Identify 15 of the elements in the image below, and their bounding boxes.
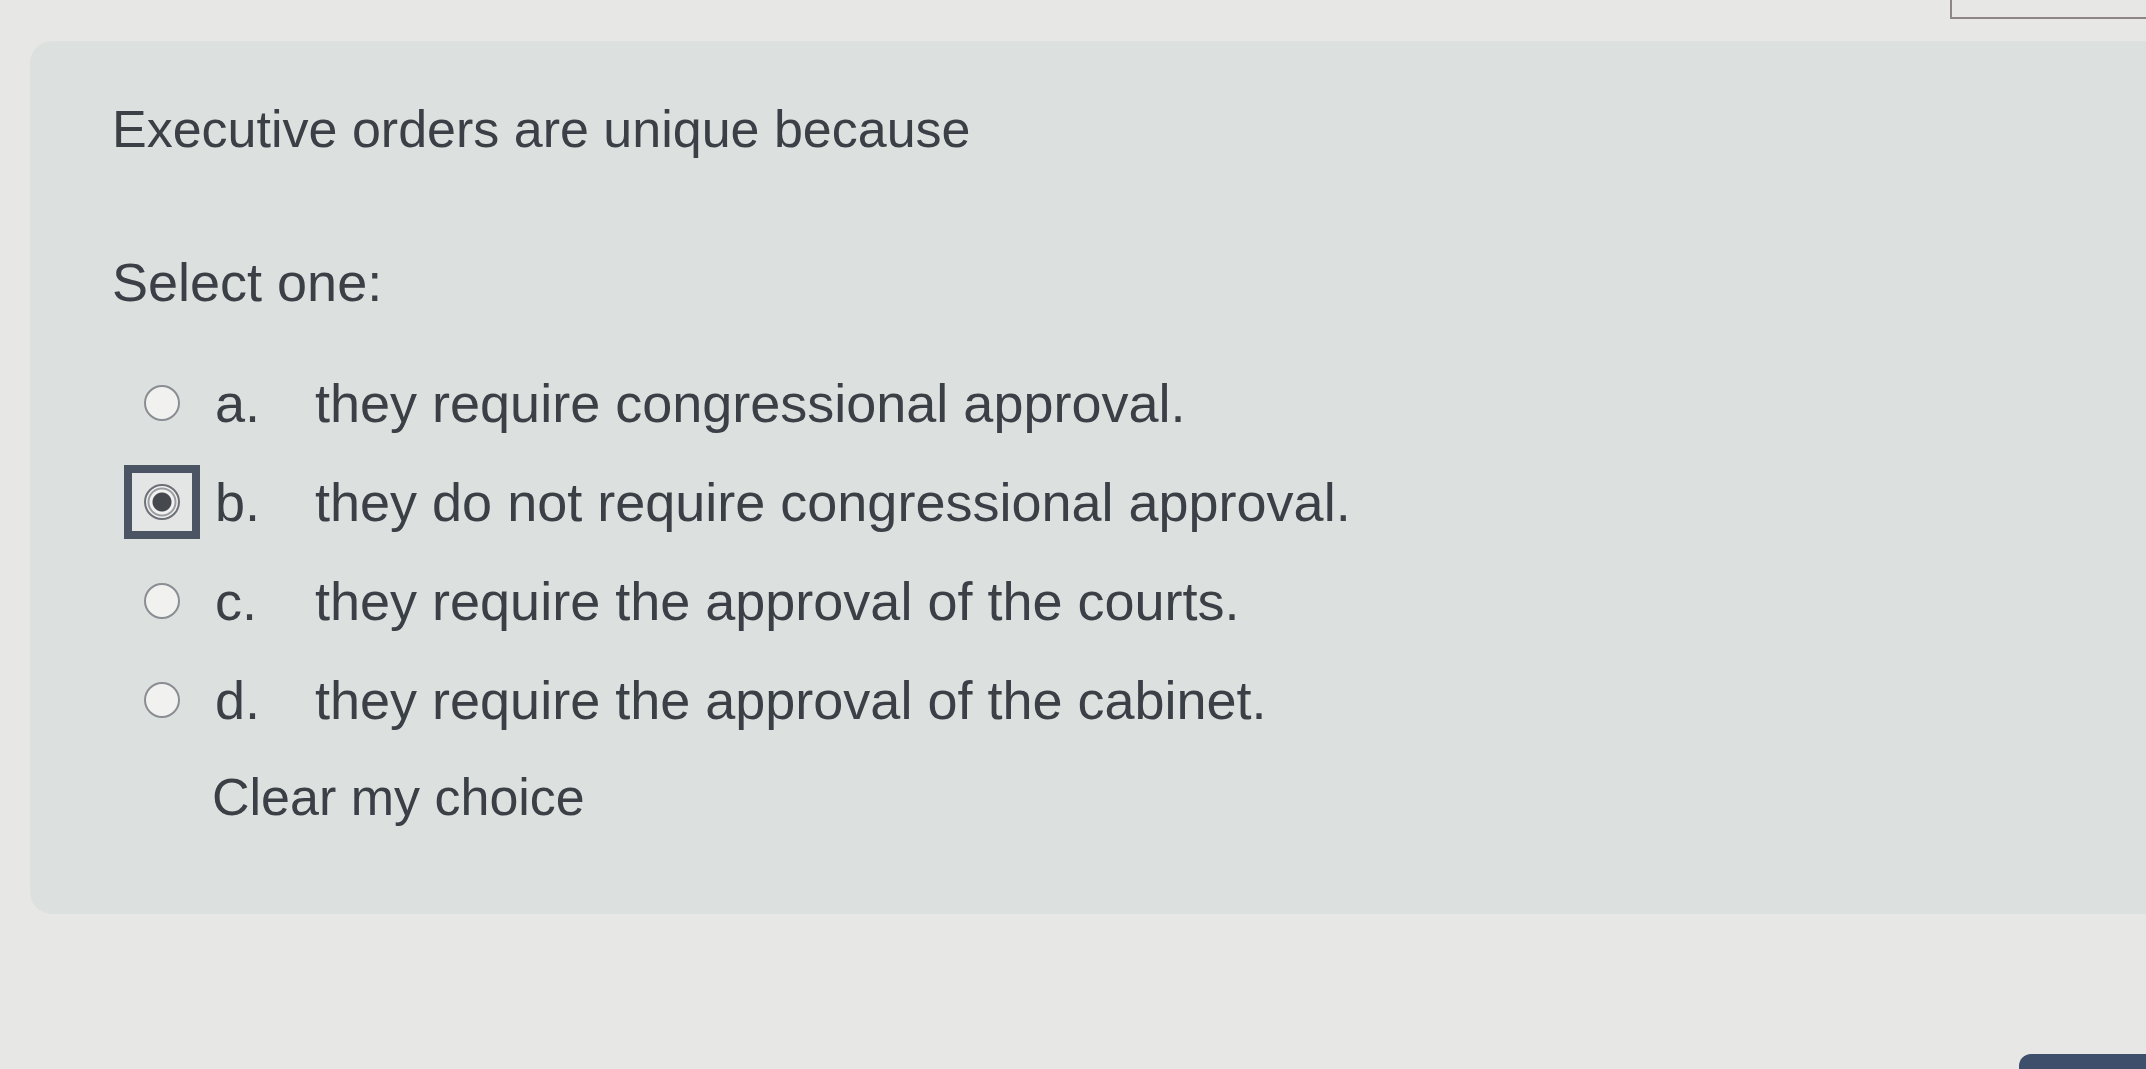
radio-button[interactable] [144,483,180,520]
radio-button[interactable] [144,582,180,619]
option-letter[interactable]: c. [215,567,315,634]
option-text[interactable]: they require the approval of the cabinet. [315,666,1267,733]
option-text[interactable]: they require congressional approval. [315,369,1186,436]
select-prompt: Select one: [112,251,383,314]
radio-button[interactable] [144,384,180,421]
radio-button[interactable] [144,681,180,718]
option-text[interactable]: they do not require congressional approval. [315,468,1351,535]
question-text: Executive orders are unique because [112,99,971,160]
clear-choice-link[interactable]: Clear my choice [212,765,585,829]
option-letter[interactable]: a. [215,369,315,436]
option-letter[interactable]: d. [215,666,315,733]
option-text[interactable]: they require the approval of the courts. [315,567,1240,634]
option-letter[interactable]: b. [215,468,315,535]
